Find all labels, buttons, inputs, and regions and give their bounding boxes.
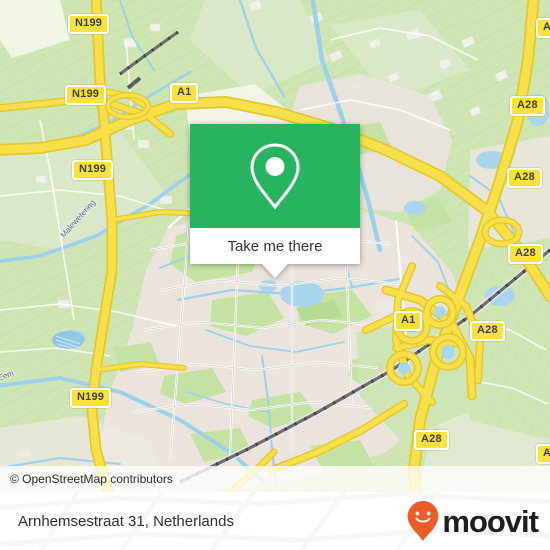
- road-shield-n199: N199: [68, 14, 110, 34]
- popup-pointer-tail: [262, 264, 288, 278]
- popup-header: [190, 124, 360, 228]
- road-shield-a1: A1: [170, 83, 199, 103]
- moovit-wordmark: moovit: [442, 503, 539, 539]
- road-shield-a28: A28: [508, 244, 543, 264]
- osm-attribution-text: © OpenStreetMap contributors: [10, 472, 173, 486]
- moovit-brand: moovit: [406, 492, 539, 550]
- osm-attribution-bar: © OpenStreetMap contributors: [0, 466, 550, 492]
- road-shield-a1: A1: [394, 311, 423, 331]
- map-screenshot: N199 N199 A1 N199 N199 A28 A28 A28 A1 A2…: [0, 0, 550, 550]
- road-shield-a28: A28: [470, 321, 505, 341]
- take-me-there-label: Take me there: [227, 237, 323, 255]
- road-shield-a28: A28: [536, 18, 550, 38]
- map-pin-icon: [250, 143, 300, 210]
- popup-action-bar[interactable]: Take me there: [190, 228, 360, 264]
- road-shield-a28: A28: [536, 444, 550, 464]
- road-shield-a28: A28: [507, 168, 542, 188]
- road-shield-n199: N199: [65, 85, 107, 105]
- footer-bar: Arnhemsestraat 31, Netherlands moovit: [0, 492, 550, 550]
- moovit-smiley-pin-icon: [407, 501, 439, 541]
- address-label: Arnhemsestraat 31, Netherlands: [18, 512, 234, 530]
- location-popup-card[interactable]: Take me there: [190, 124, 360, 278]
- road-shield-n199: N199: [70, 388, 112, 408]
- road-shield-a28: A28: [414, 430, 449, 450]
- road-shield-a28: A28: [510, 96, 545, 116]
- road-shield-n199: N199: [72, 160, 114, 180]
